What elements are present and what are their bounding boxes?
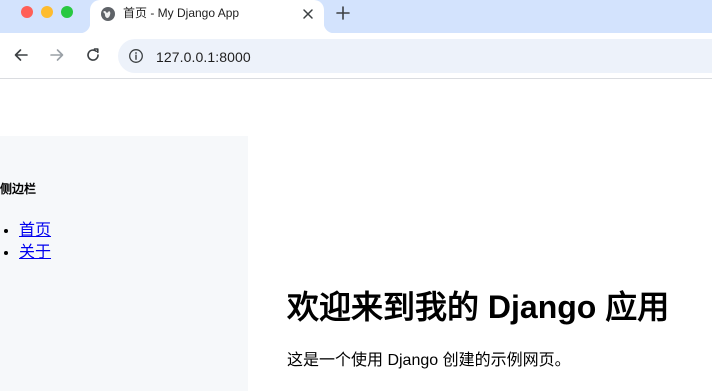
sidebar-heading: 侧边栏 [0,182,37,196]
reload-icon[interactable] [84,46,102,64]
globe-icon [100,6,116,22]
window-close-button[interactable] [21,6,33,18]
window-maximize-button[interactable] [61,6,73,18]
info-icon[interactable] [128,48,144,64]
tab-title: 首页 - My Django App [123,6,240,20]
sidebar-link-home[interactable]: 首页 [19,222,51,239]
page-title: 欢迎来到我的 Django 应用 [287,289,670,325]
list-item: 首页 [19,220,51,242]
browser-tab-strip: 首页 - My Django App [0,0,712,33]
arrow-left-icon[interactable] [12,46,30,64]
plus-icon[interactable] [334,4,352,22]
list-item: 关于 [19,242,51,264]
sidebar: 侧边栏 首页 关于 [0,136,248,391]
intro-paragraph: 这是一个使用 Django 创建的示例网页。 [287,352,571,369]
browser-toolbar: 127.0.0.1:8000 [0,33,712,79]
arrow-right-icon[interactable] [48,46,66,64]
url-text[interactable]: 127.0.0.1:8000 [156,49,251,65]
sidebar-link-about[interactable]: 关于 [19,244,51,261]
window-minimize-button[interactable] [41,6,53,18]
address-bar[interactable]: 127.0.0.1:8000 [118,39,712,73]
sidebar-nav-list: 首页 关于 [19,220,51,264]
close-icon[interactable] [300,6,316,22]
browser-tab-active[interactable]: 首页 - My Django App [80,0,334,33]
